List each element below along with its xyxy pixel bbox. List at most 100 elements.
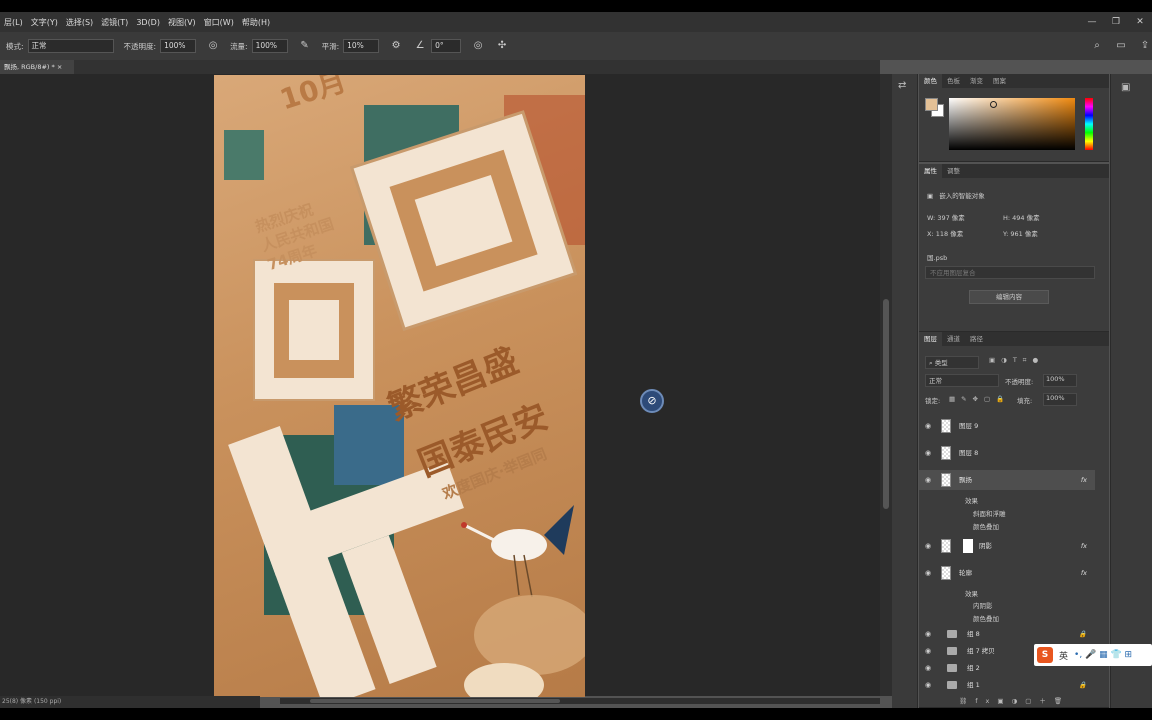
hue-slider[interactable] <box>1085 98 1093 150</box>
layer-row[interactable]: ◉ 图层 9 <box>919 416 1095 436</box>
opacity-field[interactable]: 100% <box>160 39 197 53</box>
layer-opacity-field[interactable]: 100% <box>1043 374 1077 387</box>
minimize-icon[interactable]: — <box>1080 17 1104 27</box>
scroll-thumb[interactable] <box>883 299 889 509</box>
layer-row[interactable]: ◉ 阴影 fx <box>919 536 1095 556</box>
document-canvas[interactable]: 10月 热烈庆祝 人民共和国 74周年 繁荣昌盛 国泰民安 欢度国庆·举国同 <box>214 75 585 697</box>
menu-window[interactable]: 窗口(W) <box>200 17 238 28</box>
layer-row-selected[interactable]: ◉ 飘扬 fx <box>919 470 1095 490</box>
eye-icon[interactable]: ◉ <box>925 563 931 583</box>
menu-type[interactable]: 文字(Y) <box>27 17 62 28</box>
menu-help[interactable]: 帮助(H) <box>238 17 274 28</box>
eye-icon[interactable]: ◉ <box>925 443 931 463</box>
pressure-size-icon[interactable]: ◎ <box>471 39 485 53</box>
sogou-logo-icon: S <box>1037 647 1053 663</box>
workspace-icon[interactable]: ▭ <box>1114 39 1128 53</box>
layer-row[interactable]: ◉ 轮廓 fx <box>919 563 1095 583</box>
effect-color-overlay[interactable]: 颜色叠加 <box>973 613 999 623</box>
eye-icon[interactable]: ◉ <box>925 675 931 695</box>
tab-adjustments[interactable]: 调整 <box>942 164 965 178</box>
color-panel: 颜色 色板 渐变 图案 <box>919 74 1109 162</box>
canvas-horizontal-scrollbar[interactable] <box>280 698 880 704</box>
tab-color[interactable]: 颜色 <box>919 74 942 88</box>
smooth-field[interactable]: 10% <box>343 39 380 53</box>
history-icon[interactable]: ⇄ <box>898 80 911 91</box>
ime-language[interactable]: 英 <box>1059 649 1068 662</box>
tab-layers[interactable]: 图层 <box>919 332 942 346</box>
tab-swatches[interactable]: 色板 <box>942 74 965 88</box>
angle-field[interactable]: 0° <box>431 39 462 53</box>
opacity-label: 不透明度: <box>123 41 157 51</box>
share-icon[interactable]: ⇪ <box>1138 39 1152 53</box>
x-label: X: <box>927 230 934 238</box>
document-tab-label: 飘扬, RGB/8#) * <box>4 63 55 71</box>
menu-select[interactable]: 选择(S) <box>62 17 97 28</box>
menu-layer[interactable]: 层(L) <box>0 17 27 28</box>
canvas-vertical-scrollbar[interactable] <box>880 74 892 696</box>
layer-filter-select[interactable]: ⌕ 类型 <box>925 356 979 369</box>
fill-label: 填充: <box>1017 397 1033 405</box>
height-row: H: 494 像素 <box>1003 212 1040 222</box>
tab-channels[interactable]: 通道 <box>942 332 965 346</box>
h-value[interactable]: 494 像素 <box>1012 214 1039 222</box>
menu-view[interactable]: 视图(V) <box>164 17 200 28</box>
learn-icon[interactable]: ▣ <box>1121 82 1142 93</box>
blend-mode-select[interactable]: 正常 <box>925 374 999 387</box>
ime-tool-icons[interactable]: •, 🎤 ▦ 👕 ⊞ <box>1074 650 1132 660</box>
w-value[interactable]: 397 像素 <box>937 214 964 222</box>
flow-field[interactable]: 100% <box>251 39 288 53</box>
mode-select[interactable]: 正常 <box>27 39 114 53</box>
tab-close-icon[interactable]: × <box>57 63 62 71</box>
scroll-thumb[interactable] <box>310 699 560 703</box>
menu-bar: 层(L) 文字(Y) 选择(S) 滤镜(T) 3D(D) 视图(V) 窗口(W)… <box>0 12 1152 32</box>
layer-row[interactable]: ◉ 图层 8 <box>919 443 1095 463</box>
menu-3d[interactable]: 3D(D) <box>132 18 164 27</box>
tab-properties[interactable]: 属性 <box>919 164 942 178</box>
effect-inner-shadow[interactable]: 内阴影 <box>973 600 993 610</box>
eye-icon[interactable]: ◉ <box>925 470 931 490</box>
edit-contents-button[interactable]: 编辑内容 <box>969 290 1049 304</box>
fx-icon[interactable]: fx <box>1081 470 1087 490</box>
y-label: Y: <box>1003 230 1009 238</box>
fx-icon[interactable]: fx <box>1081 563 1087 583</box>
folder-icon <box>947 664 957 672</box>
eye-icon[interactable]: ◉ <box>925 536 931 556</box>
layer-thumbnail <box>941 539 951 553</box>
x-value[interactable]: 118 像素 <box>936 230 963 238</box>
restore-icon[interactable]: ❐ <box>1104 17 1128 27</box>
filter-icons[interactable]: ▣◑T⌗● <box>989 356 1044 365</box>
effect-color-overlay[interactable]: 颜色叠加 <box>973 521 999 531</box>
group-row[interactable]: ◉ 组 1 🔒 <box>919 675 1095 695</box>
menu-filter[interactable]: 滤镜(T) <box>97 17 132 28</box>
close-icon[interactable]: ✕ <box>1128 17 1152 27</box>
search-icon[interactable]: ⌕ <box>1090 39 1104 53</box>
fill-field[interactable]: 100% <box>1043 393 1077 406</box>
layer-name: 阴影 <box>979 542 992 550</box>
document-tab[interactable]: 飘扬, RGB/8#) * × <box>0 60 74 74</box>
layer-comp-select[interactable]: 不应用图层复合 <box>925 266 1095 279</box>
pressure-opacity-icon[interactable]: ◎ <box>206 39 220 53</box>
gear-icon[interactable]: ⚙ <box>389 39 403 53</box>
tab-paths[interactable]: 路径 <box>965 332 988 346</box>
eye-icon[interactable]: ◉ <box>925 416 931 436</box>
options-bar: 模式: 正常 不透明度: 100% ◎ 流量: 100% ✎ 平滑: 10% ⚙… <box>0 32 1152 60</box>
color-picker-ring <box>990 101 997 108</box>
foreground-color-swatch[interactable] <box>925 98 938 111</box>
color-panel-tabs: 颜色 色板 渐变 图案 <box>919 74 1109 88</box>
color-field[interactable] <box>949 98 1075 150</box>
symmetry-icon[interactable]: ✣ <box>495 39 509 53</box>
airbrush-icon[interactable]: ✎ <box>298 39 312 53</box>
h-label: H: <box>1003 214 1011 222</box>
ime-toolbar[interactable]: S 英 •, 🎤 ▦ 👕 ⊞ <box>1034 644 1152 666</box>
layer-action-icons[interactable]: ⛓fx▣◑▢＋🗑 <box>959 695 1070 705</box>
layer-name: 图层 8 <box>959 449 979 457</box>
tab-gradients[interactable]: 渐变 <box>965 74 988 88</box>
fx-icon[interactable]: fx <box>1081 536 1087 556</box>
lock-icons[interactable]: ▦✎✥▢🔒 <box>949 395 1010 403</box>
mode-label: 模式: <box>6 41 24 51</box>
window-controls: — ❐ ✕ <box>1080 12 1152 32</box>
effect-bevel-emboss[interactable]: 斜面和浮雕 <box>973 508 1006 518</box>
tab-patterns[interactable]: 图案 <box>988 74 1011 88</box>
layer-thumbnail <box>941 419 951 433</box>
y-value[interactable]: 961 像素 <box>1010 230 1037 238</box>
